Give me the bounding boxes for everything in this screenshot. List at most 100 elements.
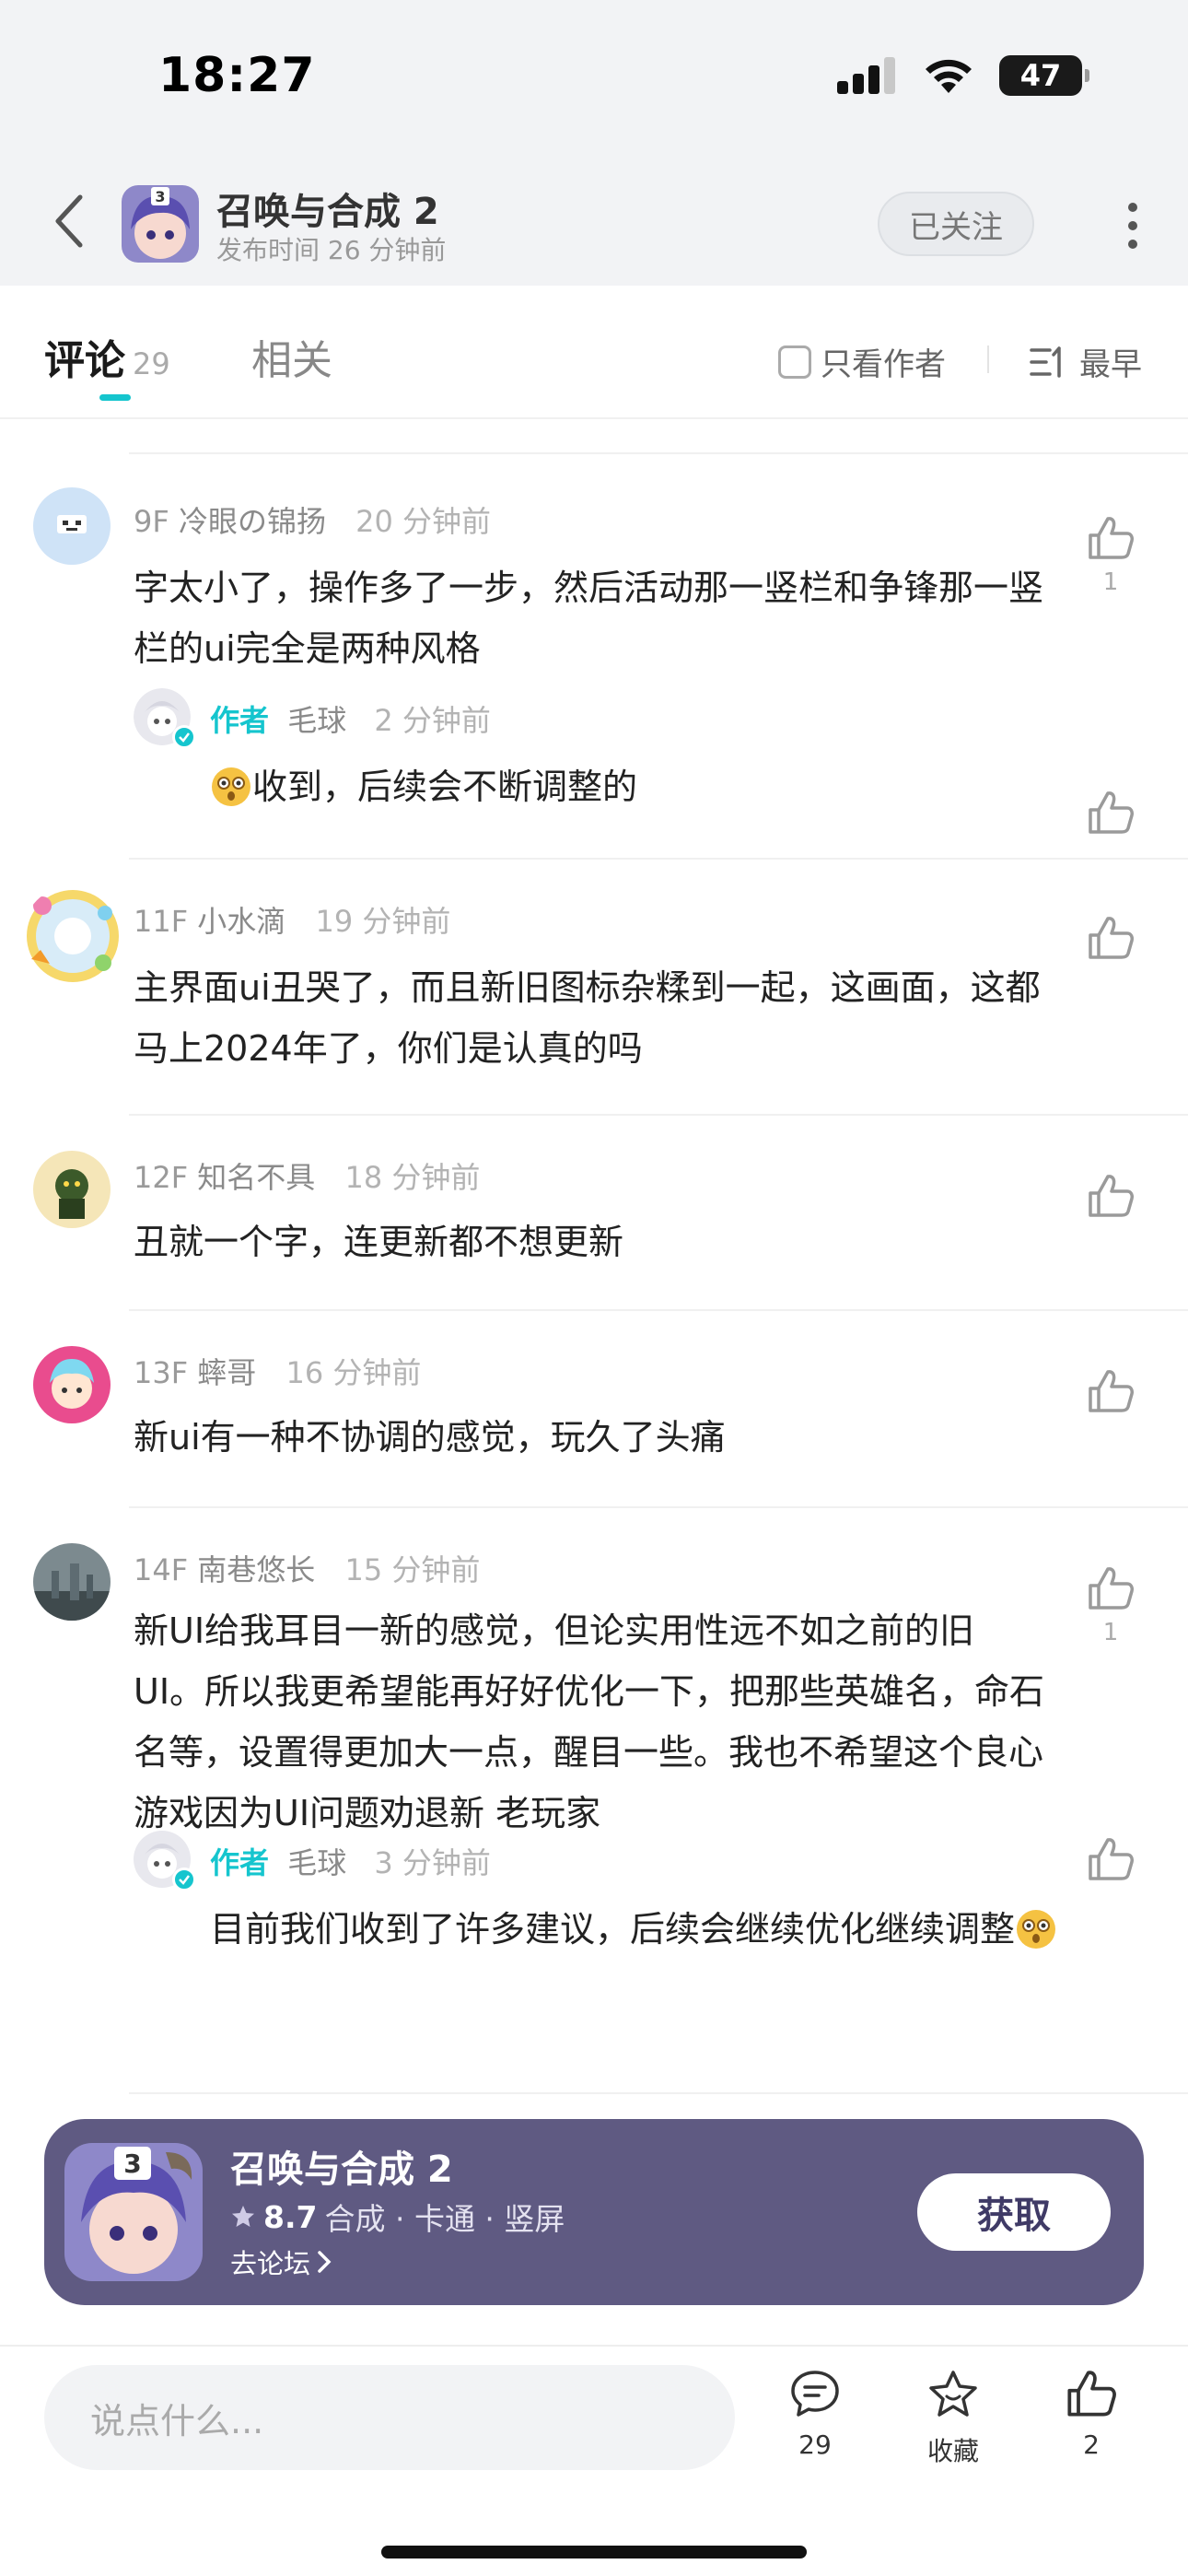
reply-text[interactable]: 收到，后续会不断调整的 [210,755,1057,819]
reply-meta: 作者 毛球 3 分钟前 [210,1840,491,1882]
promo-score: 8.7 [263,2198,318,2235]
promo-game-icon[interactable]: 3 [64,2143,203,2281]
floor-number: 11F [134,904,189,939]
comment-time: 18 分钟前 [344,1160,481,1195]
bottom-action-bar: 说点什么... 29 收藏 2 [0,2345,1188,2576]
author-tag: 作者 [210,1845,270,1880]
divider [129,1114,1188,1116]
follow-button[interactable]: 已关注 [878,192,1034,256]
cellular-signal-icon [837,57,895,94]
like-post-button[interactable]: 2 [1041,2369,1142,2460]
like-count: 1 [1102,568,1119,596]
floor-number: 9F [134,504,169,539]
collect-button[interactable]: 收藏 [903,2369,1004,2468]
star-outline-icon [929,2371,977,2417]
comment-text[interactable]: 丑就一个字，连更新都不想更新 [134,1212,1045,1272]
avatar[interactable] [33,1543,111,1621]
tab-comments-count: 29 [133,346,170,381]
divider [129,452,1188,454]
collect-label: 收藏 [926,2436,979,2466]
avatar[interactable] [33,1346,111,1423]
comment-time: 16 分钟前 [285,1355,422,1390]
tab-related[interactable]: 相关 [251,327,332,386]
get-game-button[interactable]: 获取 [917,2173,1111,2251]
like-button[interactable]: 1 [1085,515,1136,596]
status-icons: 47 [837,55,1089,96]
home-indicator[interactable] [381,2546,807,2558]
thumbs-up-icon [1089,1175,1134,1217]
comment-meta: 14F 南巷悠长 15 分钟前 [134,1547,480,1589]
publish-time: 发布时间 26 分钟前 [216,235,447,265]
comment-meta: 11F 小水滴 19 分钟前 [134,898,450,941]
reply-text-content: 目前我们收到了许多建议，后续会继续优化继续调整 [210,1909,1016,1950]
username[interactable]: 蟀哥 [197,1355,256,1390]
avatar[interactable] [22,885,123,987]
comment-time: 20 分钟前 [355,504,492,539]
avatar[interactable] [33,1151,111,1228]
author-avatar[interactable] [134,1831,196,1891]
go-to-forum-label: 去论坛 [230,2248,311,2279]
star-icon [232,2206,254,2227]
username[interactable]: 小水滴 [197,904,285,939]
username[interactable]: 毛球 [287,703,346,738]
comment-meta: 12F 知名不具 18 分钟前 [134,1154,480,1197]
comment-text[interactable]: 新UI给我耳目一新的感觉，但论实用性远不如之前的旧UI。所以我更希望能再好好优化… [134,1600,1045,1844]
comment-bubble-icon [791,2371,839,2417]
username[interactable]: 知名不具 [197,1160,315,1195]
like-button[interactable] [1085,1836,1136,1886]
comment-text[interactable]: 新ui有一种不协调的感觉，玩久了头痛 [134,1407,1045,1468]
like-button[interactable] [1085,1173,1136,1223]
wifi-icon [926,59,972,93]
back-button[interactable] [37,189,101,253]
divider [129,1309,1188,1311]
author-avatar[interactable] [134,688,196,749]
reply-text[interactable]: 目前我们收到了许多建议，后续会继续优化继续调整 [210,1897,1057,1961]
promo-tags: 合成 · 卡通 · 竖屏 [324,2201,565,2237]
like-button[interactable] [1085,1368,1136,1418]
sort-button[interactable]: 最早 [1030,339,1142,384]
chevron-left-icon [55,194,83,248]
go-to-forum-link[interactable]: 去论坛 [230,2242,332,2281]
post-like-count: 2 [1083,2430,1100,2460]
like-button[interactable]: 1 [1085,1565,1136,1646]
game-promo-card[interactable]: 3 召唤与合成 2 8.7 合成 · 卡通 · 竖屏 去论坛 获取 [44,2119,1144,2305]
verified-badge-icon [172,1868,196,1891]
like-count: 1 [1102,1619,1119,1646]
like-button[interactable] [1085,790,1136,839]
comments-button[interactable]: 29 [764,2369,866,2460]
battery-level: 47 [1019,58,1062,93]
sort-icon [1030,345,1061,378]
comment-input[interactable]: 说点什么... [44,2365,735,2470]
tab-comments[interactable]: 评论 29 [44,327,170,386]
divider [129,858,1188,860]
floor-number: 13F [134,1355,189,1390]
username[interactable]: 南巷悠长 [197,1552,315,1587]
username[interactable]: 毛球 [287,1845,346,1880]
comment-text[interactable]: 字太小了，操作多了一步，然后活动那一竖栏和争锋那一竖栏的ui完全是两种风格 [134,557,1045,679]
avatar[interactable] [33,487,111,565]
status-bar: 18:27 47 [0,0,1188,161]
divider [987,345,989,373]
thumbs-up-icon [1089,517,1134,559]
game-title[interactable]: 召唤与合成 2 [216,181,439,235]
game-icon[interactable]: 3 [122,185,199,263]
comment-text[interactable]: 主界面ui丑哭了，而且新旧图标杂糅到一起，这画面，这都马上2024年了，你们是认… [134,957,1045,1079]
more-options-button[interactable] [1114,203,1151,249]
comment-time: 19 分钟前 [315,904,451,939]
author-only-checkbox[interactable] [778,345,811,379]
like-button[interactable] [1085,915,1136,965]
author-tag: 作者 [210,703,270,738]
comment-meta: 9F 冷眼の锦扬 20 分钟前 [134,498,491,541]
promo-info: 8.7 合成 · 卡通 · 竖屏 [230,2195,565,2239]
author-only-toggle[interactable]: 只看作者 [778,339,946,384]
comments-count: 29 [798,2430,832,2460]
reply-meta: 作者 毛球 2 分钟前 [210,697,491,740]
author-only-label: 只看作者 [821,346,946,383]
floor-number: 12F [134,1160,189,1195]
thumbs-up-icon [1089,1838,1134,1880]
thumbs-up-icon [1089,1567,1134,1610]
reply-text-content: 收到，后续会不断调整的 [252,767,638,807]
tab-comments-label: 评论 [44,337,125,384]
username[interactable]: 冷眼の锦扬 [179,504,326,539]
divider [129,2092,1188,2094]
